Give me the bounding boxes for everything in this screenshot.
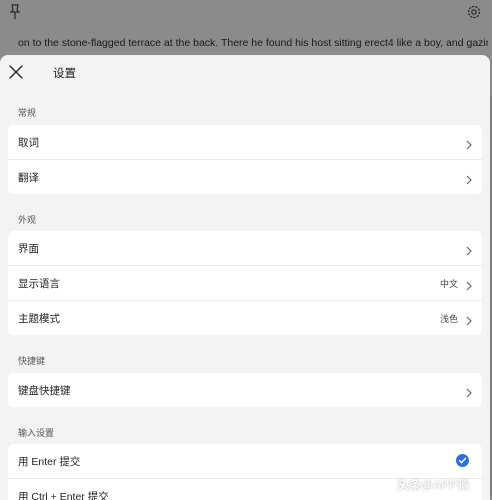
watermark-prefix: 头条 bbox=[397, 478, 422, 492]
section-label-appearance: 外观 bbox=[18, 215, 37, 225]
chevron-right-icon bbox=[466, 313, 472, 326]
chevron-right-icon bbox=[466, 385, 472, 398]
settings-item-label: 取词 bbox=[18, 137, 39, 149]
chevron-right-icon bbox=[466, 172, 472, 185]
settings-item-value: 中文 bbox=[439, 279, 458, 289]
settings-item-label: 主题模式 bbox=[18, 313, 60, 325]
settings-item-translate[interactable]: 翻译 bbox=[8, 159, 482, 194]
check-circle-icon bbox=[456, 454, 469, 467]
background-toolbar bbox=[0, 0, 492, 30]
chevron-right-icon bbox=[466, 243, 472, 256]
settings-group-general: 取词 翻译 bbox=[8, 125, 482, 194]
settings-item-label: 用 Enter 提交 bbox=[18, 456, 81, 468]
settings-item-interface[interactable]: 界面 bbox=[8, 231, 482, 265]
settings-item-display-language[interactable]: 显示语言 中文 bbox=[8, 265, 482, 300]
settings-item-word-lookup[interactable]: 取词 bbox=[8, 125, 482, 159]
settings-item-label: 显示语言 bbox=[18, 278, 60, 290]
section-label-shortcuts: 快捷键 bbox=[18, 356, 46, 366]
page-title: 设置 bbox=[53, 68, 76, 80]
chevron-right-icon bbox=[466, 137, 472, 150]
settings-item-theme-mode[interactable]: 主题模式 浅色 bbox=[8, 300, 482, 335]
settings-sheet: 设置 常规 取词 翻译 外观 界面 显示语言 中文 主题模式 浅色 快捷键 键盘… bbox=[0, 55, 490, 500]
gear-icon[interactable] bbox=[466, 4, 482, 20]
settings-item-label: 界面 bbox=[18, 243, 39, 255]
close-icon[interactable] bbox=[9, 65, 23, 79]
settings-item-enter-submit[interactable]: 用 Enter 提交 bbox=[8, 444, 482, 478]
settings-item-label: 翻译 bbox=[18, 172, 39, 184]
settings-group-appearance: 界面 显示语言 中文 主题模式 浅色 bbox=[8, 231, 482, 335]
settings-group-shortcuts: 键盘快捷键 bbox=[8, 373, 482, 407]
settings-header: 设置 bbox=[0, 55, 490, 89]
pin-icon[interactable] bbox=[8, 4, 22, 20]
section-label-general: 常规 bbox=[18, 108, 37, 118]
section-label-input: 输入设置 bbox=[18, 428, 55, 438]
settings-item-keyboard-shortcuts[interactable]: 键盘快捷键 bbox=[8, 373, 482, 407]
settings-item-value: 浅色 bbox=[439, 314, 458, 324]
chevron-right-icon bbox=[466, 278, 472, 291]
watermark: 头条@APP猿 bbox=[397, 476, 469, 493]
background-reading-text: on to the stone-flagged terrace at the b… bbox=[18, 37, 488, 49]
watermark-handle: @APP猿 bbox=[421, 478, 470, 492]
settings-item-label: 键盘快捷键 bbox=[18, 385, 71, 397]
settings-item-label: 用 Ctrl + Enter 提交 bbox=[18, 491, 109, 500]
